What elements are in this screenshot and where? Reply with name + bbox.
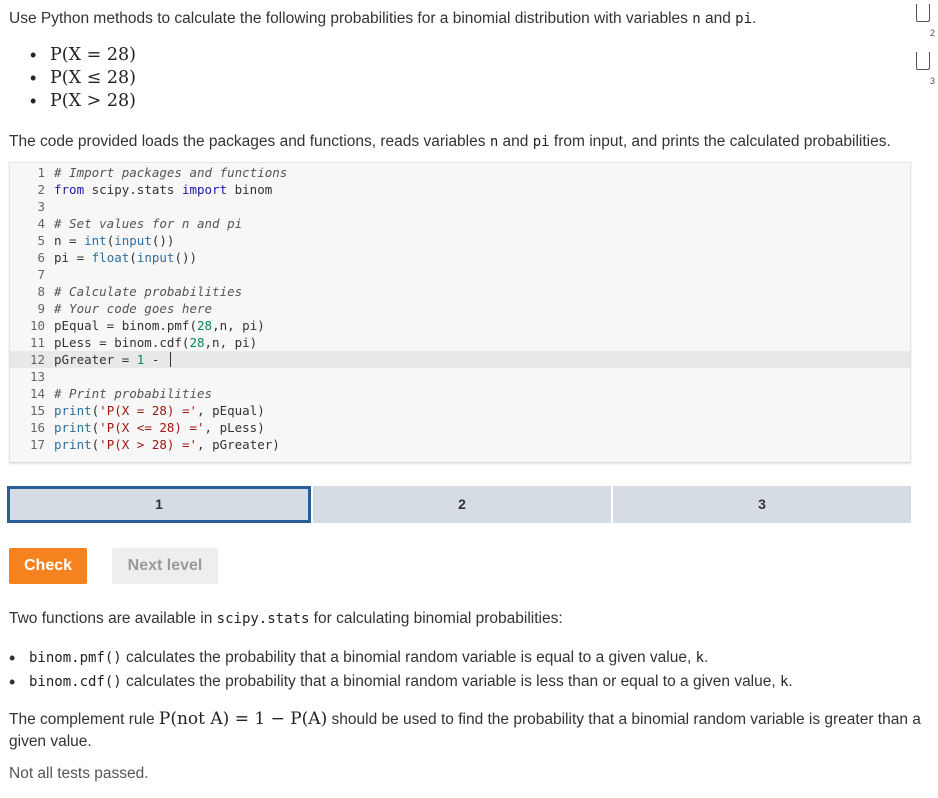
description-part: The code provided loads the packages and… [9, 133, 490, 150]
code-line[interactable]: 11 pLess = binom.cdf(28,n, pi) [10, 334, 910, 351]
code-text[interactable]: pLess = binom.cdf(28,n, pi) [54, 335, 257, 350]
level-progress-bar: 1 2 3 [7, 486, 911, 523]
feedback-text: . [788, 673, 793, 690]
code-text[interactable]: # Print probabilities [54, 386, 212, 401]
feedback-bullet: binom.cdf() calculates the probability t… [9, 670, 924, 694]
code-text[interactable]: pEqual = binom.pmf(28,n, pi) [54, 318, 265, 333]
line-number: 17 [29, 437, 45, 452]
level-1-tab[interactable]: 1 [7, 486, 311, 523]
description-part: from input, and prints the calculated pr… [549, 133, 891, 150]
code-line[interactable]: 13 [10, 368, 910, 385]
line-number: 1 [37, 165, 45, 180]
level-2-tab[interactable]: 2 [313, 486, 611, 523]
line-number: 15 [29, 403, 45, 418]
code-line[interactable]: 12 pGreater = 1 - [10, 351, 910, 368]
line-number: 6 [37, 250, 45, 265]
line-number: 16 [29, 420, 45, 435]
feedback-text: . [704, 649, 709, 666]
line-number: 2 [37, 182, 45, 197]
probability-item: P(X ≤ 28) [30, 67, 136, 90]
line-number: 8 [37, 284, 45, 299]
feedback-text: for calculating binomial probabilities: [309, 610, 563, 627]
level-label: 1 [155, 496, 163, 512]
code-line[interactable]: 8 # Calculate probabilities [10, 283, 910, 300]
code-scipy-stats: scipy.stats [216, 611, 310, 627]
line-number: 11 [29, 335, 45, 350]
code-editor[interactable]: 1 # Import packages and functions 2 from sc… [9, 162, 911, 463]
code-line[interactable]: 1 # Import packages and functions [10, 164, 910, 181]
level-label: 3 [758, 496, 766, 512]
code-text[interactable]: print('P(X > 28) =', pGreater) [54, 437, 280, 452]
line-number: 3 [37, 199, 45, 214]
code-line[interactable]: 6 pi = float(input()) [10, 249, 910, 266]
var-k: k [695, 650, 704, 666]
var-pi: pi [735, 11, 752, 27]
line-number: 5 [37, 233, 45, 248]
instructions-text-part: . [752, 10, 757, 27]
feedback-bullet-list: binom.pmf() calculates the probability t… [9, 646, 924, 694]
code-binom-cdf: binom.cdf() [29, 674, 122, 690]
text-cursor [169, 352, 171, 367]
code-line[interactable]: 2 from scipy.stats import binom [10, 181, 910, 198]
code-text[interactable]: # Calculate probabilities [54, 284, 242, 299]
line-number: 10 [29, 318, 45, 333]
code-text[interactable]: pi = float(input()) [54, 250, 197, 265]
line-number: 9 [37, 301, 45, 316]
var-n: n [692, 11, 701, 27]
code-line[interactable]: 5 n = int(input()) [10, 232, 910, 249]
line-number: 4 [37, 216, 45, 231]
instructions-text-part: Use Python methods to calculate the foll… [9, 10, 693, 27]
code-text[interactable]: from scipy.stats import binom [54, 182, 272, 197]
feedback-bullet: binom.pmf() calculates the probability t… [9, 646, 924, 670]
level-label: 2 [458, 496, 466, 512]
side-flag-icon[interactable] [916, 4, 930, 22]
instructions-text-part: and [700, 10, 736, 27]
code-text[interactable]: print('P(X <= 28) =', pLess) [54, 420, 265, 435]
check-button[interactable]: Check [9, 548, 87, 584]
code-line[interactable]: 14 # Print probabilities [10, 385, 910, 402]
instructions-text: Use Python methods to calculate the foll… [9, 8, 889, 30]
code-text[interactable]: # Import packages and functions [54, 165, 287, 180]
side-flag-icon[interactable] [916, 52, 930, 70]
code-text[interactable]: # Your code goes here [54, 301, 212, 316]
line-number: 14 [29, 386, 45, 401]
side-icon-label: 3 [930, 76, 936, 86]
code-text[interactable]: n = int(input()) [54, 233, 174, 248]
feedback-text: calculates the probability that a binomi… [121, 673, 780, 690]
code-line[interactable]: 10 pEqual = binom.pmf(28,n, pi) [10, 317, 910, 334]
description-text: The code provided loads the packages and… [9, 131, 924, 153]
description-part: and [498, 133, 533, 150]
code-binom-pmf: binom.pmf() [29, 650, 122, 666]
code-text[interactable]: # Set values for n and pi [54, 216, 242, 231]
probability-item: P(X > 28) [30, 90, 136, 113]
code-line[interactable]: 7 [10, 266, 910, 283]
code-text[interactable]: pGreater = 1 - [54, 352, 167, 367]
code-line[interactable]: 3 [10, 198, 910, 215]
code-text[interactable]: print('P(X = 28) =', pEqual) [54, 403, 265, 418]
feedback-panel: Two functions are available in scipy.sta… [9, 608, 924, 785]
complement-formula: P(not A) = 1 − P(A) [158, 709, 328, 729]
line-number: 12 [29, 352, 45, 367]
next-level-button[interactable]: Next level [112, 548, 218, 584]
probability-list: P(X = 28) P(X ≤ 28) P(X > 28) [30, 44, 136, 113]
feedback-text: Two functions are available in [9, 610, 217, 627]
feedback-text: The complement rule [9, 711, 159, 728]
code-line[interactable]: 17 print('P(X > 28) =', pGreater) [10, 436, 910, 453]
line-number: 13 [29, 369, 45, 384]
var-pi: pi [532, 134, 550, 150]
test-status: Not all tests passed. [9, 765, 149, 782]
probability-item: P(X = 28) [30, 44, 136, 67]
line-number: 7 [37, 267, 45, 282]
code-line[interactable]: 4 # Set values for n and pi [10, 215, 910, 232]
level-3-tab[interactable]: 3 [613, 486, 911, 523]
code-line[interactable]: 15 print('P(X = 28) =', pEqual) [10, 402, 910, 419]
feedback-text: calculates the probability that a binomi… [121, 649, 696, 666]
code-line[interactable]: 9 # Your code goes here [10, 300, 910, 317]
side-icon-label: 2 [930, 28, 936, 38]
complement-rule-text: The complement rule P(not A) = 1 − P(A) … [9, 708, 924, 753]
feedback-intro: Two functions are available in scipy.sta… [9, 608, 924, 630]
code-line[interactable]: 16 print('P(X <= 28) =', pLess) [10, 419, 910, 436]
var-n: n [489, 134, 499, 150]
